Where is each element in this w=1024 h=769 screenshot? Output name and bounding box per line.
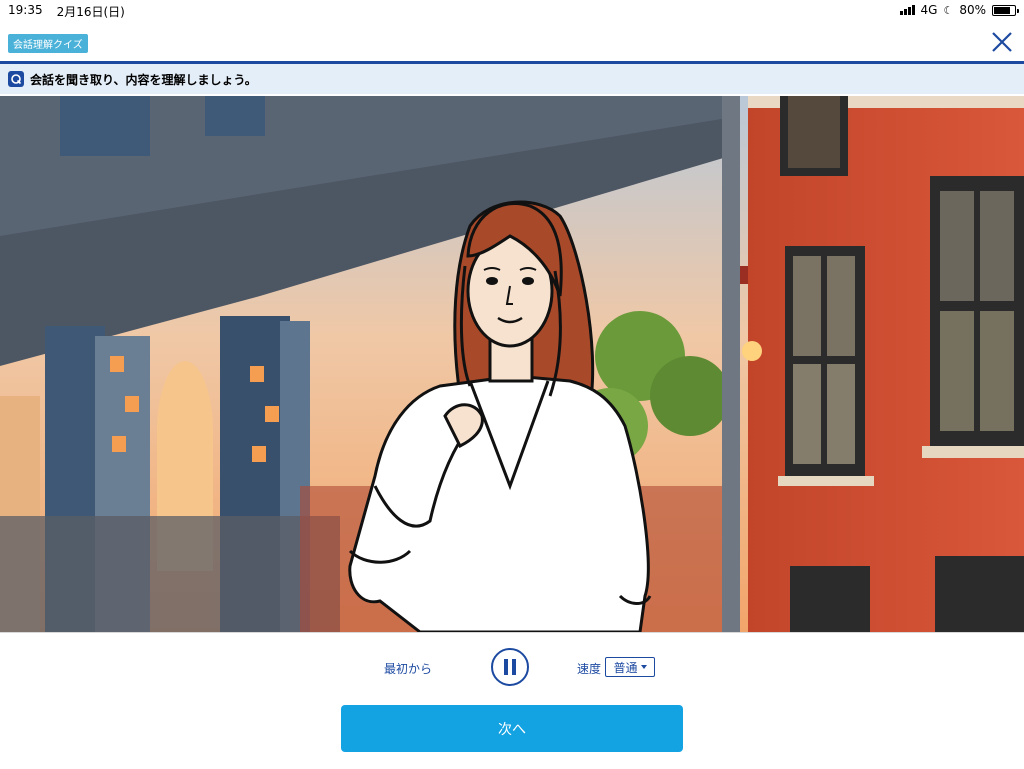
scene-illustration xyxy=(0,96,1024,632)
close-icon xyxy=(992,32,1012,52)
close-button[interactable] xyxy=(990,30,1014,54)
brick-building xyxy=(742,96,1024,632)
battery-percent: 80% xyxy=(959,3,986,17)
status-bar: 19:35 2月16日(日) 4G ☾ 80% xyxy=(0,0,1024,22)
conversation-scene xyxy=(0,96,1024,632)
signal-icon xyxy=(899,5,915,15)
instruction-text: 会話を聞き取り、内容を理解しましょう。 xyxy=(30,72,257,87)
chevron-down-icon xyxy=(640,665,647,669)
next-button[interactable]: 次へ xyxy=(341,705,683,752)
status-right: 4G ☾ 80% xyxy=(899,3,1019,17)
instruction-bar: 会話を聞き取り、内容を理解しましょう。 xyxy=(0,64,1024,94)
moon-icon: ☾ xyxy=(943,3,954,17)
app-header: 会話理解クイズ xyxy=(0,22,1024,64)
quiz-type-tag: 会話理解クイズ xyxy=(8,34,88,53)
pause-button[interactable] xyxy=(491,648,529,686)
network-label: 4G xyxy=(920,3,938,17)
speed-value: 普通 xyxy=(613,660,638,675)
quiz-q-icon xyxy=(8,71,24,87)
speed-select[interactable]: 普通 xyxy=(605,657,655,677)
speed-label: 速度 xyxy=(577,662,602,676)
lamp-post xyxy=(722,96,740,632)
status-date: 2月16日(日) xyxy=(56,5,125,19)
status-left: 19:35 2月16日(日) xyxy=(8,3,125,20)
battery-fill xyxy=(994,6,1010,14)
restart-button[interactable]: 最初から xyxy=(384,660,432,677)
battery-icon xyxy=(992,4,1019,16)
status-time: 19:35 xyxy=(8,3,43,17)
pause-icon-bar-right xyxy=(512,659,516,675)
pause-icon-bar-left xyxy=(504,659,508,675)
playback-controls: 最初から 速度 普通 次へ xyxy=(0,632,1024,769)
